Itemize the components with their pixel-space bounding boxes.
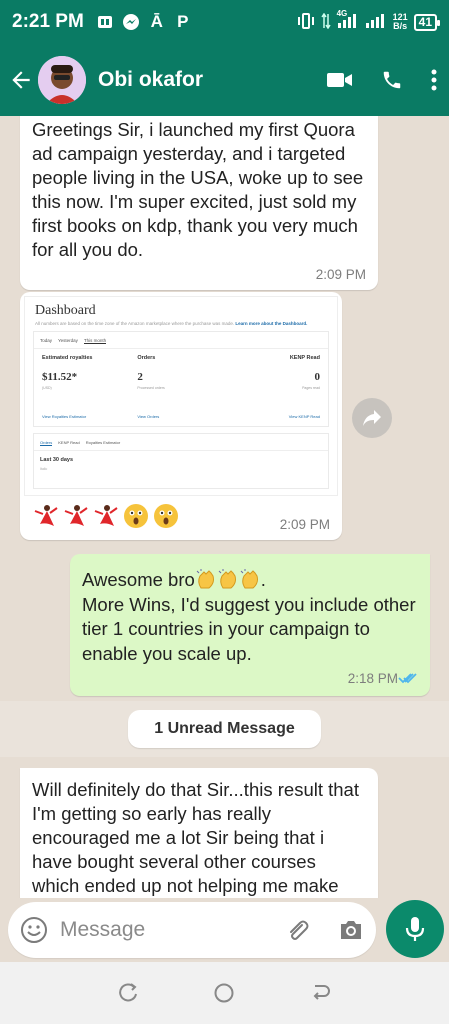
messenger-icon: [122, 13, 140, 31]
more-options-icon[interactable]: [431, 69, 437, 91]
avatar[interactable]: [38, 56, 86, 104]
data-arrows-icon: [320, 12, 331, 32]
home-icon[interactable]: [213, 982, 235, 1004]
back-arrow-icon[interactable]: [8, 67, 34, 93]
metric-kenp: KENP Read 0 Pages read View KENP Read: [288, 355, 320, 419]
message-text: Will definitely do that Sir...this resul…: [32, 779, 359, 896]
back-nav-icon[interactable]: [310, 982, 332, 1004]
dashboard-tabs: Today Yesterday This month: [34, 332, 328, 349]
message-time: 2:18 PM: [347, 671, 398, 686]
dashboard-orders-card: Orders KENP Read Royalties Estimator Las…: [33, 433, 329, 489]
dancer-emoji-icon: [64, 505, 88, 526]
chat-area[interactable]: Greetings Sir, i launched my first Quora…: [0, 116, 449, 904]
forward-button[interactable]: [352, 398, 392, 438]
video-call-icon[interactable]: [327, 71, 353, 89]
message-time: 2:09 PM: [279, 517, 330, 532]
attachment-icon[interactable]: [284, 917, 310, 943]
network-speed: 121 B/s: [392, 12, 408, 31]
microphone-icon: [405, 917, 425, 941]
astonished-face-icon: [154, 504, 178, 528]
voice-call-icon[interactable]: [381, 69, 403, 91]
status-time: 2:21 PM: [12, 11, 84, 32]
dashboard-note: All numbers are based on the time zone o…: [35, 321, 308, 326]
message-outgoing[interactable]: Awesome bro. More Wins, I'd suggest you …: [70, 554, 430, 696]
composer: [8, 902, 376, 958]
header-actions: [327, 69, 437, 91]
battery-indicator: 41: [413, 13, 441, 31]
sim-icon: [96, 13, 114, 31]
dashboard-screenshot[interactable]: Dashboard All numbers are based on the t…: [24, 296, 338, 496]
chat-header: Obi okafor: [0, 44, 449, 116]
forward-icon: [363, 410, 381, 426]
clapping-hands-icon: [218, 569, 236, 589]
contact-name[interactable]: Obi okafor: [98, 68, 203, 92]
signal-4g-icon: 4G: [337, 9, 359, 32]
dancer-emoji-icon: [94, 505, 118, 526]
astonished-face-icon: [124, 504, 148, 528]
clapping-hands-icon: [196, 569, 214, 589]
app-p-icon: P: [177, 12, 189, 31]
message-image[interactable]: Dashboard All numbers are based on the t…: [20, 292, 342, 540]
message-text: Greetings Sir, i launched my first Quora…: [32, 119, 364, 260]
emoji-icon[interactable]: [20, 916, 48, 944]
dashboard-metrics-card: Today Yesterday This month Estimated roy…: [33, 331, 329, 427]
metric-orders: Orders 2 Processed orders View Orders: [137, 355, 165, 419]
metric-royalties: Estimated royalties $11.52* (USD) View R…: [42, 355, 93, 419]
mic-button[interactable]: [386, 900, 444, 958]
composer-bar: [0, 898, 449, 962]
message-incoming[interactable]: Greetings Sir, i launched my first Quora…: [20, 116, 378, 290]
app-a-icon: Ā: [150, 12, 163, 31]
message-incoming[interactable]: Will definitely do that Sir...this resul…: [20, 768, 378, 904]
clapping-hands-icon: [240, 569, 258, 589]
dashboard-title: Dashboard: [35, 303, 96, 318]
system-nav-bar: [0, 962, 449, 1024]
message-text: More Wins, I'd suggest you include other…: [82, 593, 416, 664]
notification-icons: Ā P: [96, 12, 192, 31]
camera-icon[interactable]: [338, 918, 364, 942]
unread-divider: 1 Unread Message: [0, 701, 449, 757]
status-bar: 2:21 PM Ā P 4G 121 B/s 41: [0, 0, 449, 44]
vibrate-icon: [297, 12, 315, 32]
message-input[interactable]: [60, 918, 260, 942]
dancer-emoji-icon: [34, 505, 58, 526]
signal-icon: [365, 13, 387, 32]
status-right: 4G 121 B/s 41: [297, 9, 441, 32]
message-text: Awesome bro: [82, 569, 195, 590]
unread-label: 1 Unread Message: [128, 710, 321, 748]
read-receipt-icon: [398, 673, 417, 684]
recents-icon[interactable]: [117, 982, 139, 1004]
message-time: 2:09 PM: [315, 267, 366, 282]
